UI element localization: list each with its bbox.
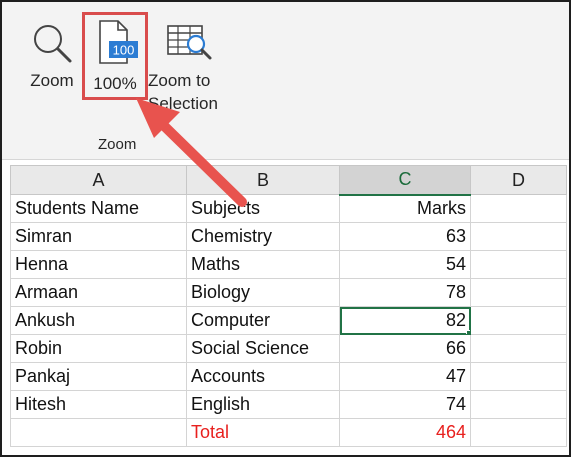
table-row: Armaan Biology 78 bbox=[10, 278, 567, 307]
spreadsheet-grid: A B C D Students Name Subjects Marks Sim… bbox=[10, 165, 567, 447]
worksheet-table: A B C D Students Name Subjects Marks Sim… bbox=[10, 165, 567, 447]
cell[interactable] bbox=[470, 334, 567, 363]
cell[interactable]: Marks bbox=[339, 194, 471, 223]
zoom-100-button[interactable]: 100 100% bbox=[82, 12, 148, 100]
cell[interactable]: Social Science bbox=[186, 334, 340, 363]
cell[interactable] bbox=[470, 250, 567, 279]
ribbon-zoom-group: Zoom 100 100% Zoom to Selection Zoom bbox=[2, 2, 569, 160]
cell[interactable] bbox=[470, 306, 567, 335]
page-100-icon: 100 bbox=[99, 20, 138, 64]
table-row: Pankaj Accounts 47 bbox=[10, 362, 567, 391]
cell[interactable]: Ankush bbox=[10, 306, 187, 335]
table-row: Robin Social Science 66 bbox=[10, 334, 567, 363]
column-header-c[interactable]: C bbox=[339, 165, 471, 196]
table-row: Simran Chemistry 63 bbox=[10, 222, 567, 251]
table-row: Students Name Subjects Marks bbox=[10, 194, 567, 223]
table-row: Ankush Computer 82 bbox=[10, 306, 567, 335]
cell[interactable]: 78 bbox=[339, 278, 471, 307]
zoom-100-label: 100% bbox=[93, 74, 137, 93]
cell[interactable]: 74 bbox=[339, 390, 471, 419]
column-header-a[interactable]: A bbox=[10, 165, 187, 195]
zoom-to-selection-label-1: Zoom to bbox=[148, 71, 211, 90]
cell[interactable]: 66 bbox=[339, 334, 471, 363]
cell[interactable]: Hitesh bbox=[10, 390, 187, 419]
cell[interactable]: Subjects bbox=[186, 194, 340, 223]
active-cell[interactable]: 82 bbox=[339, 306, 471, 335]
zoom-button[interactable]: Zoom bbox=[24, 20, 80, 92]
cell[interactable] bbox=[470, 194, 567, 223]
cell[interactable]: 47 bbox=[339, 362, 471, 391]
cell[interactable]: 54 bbox=[339, 250, 471, 279]
cell[interactable]: Armaan bbox=[10, 278, 187, 307]
magnifier-icon bbox=[34, 25, 72, 63]
cell[interactable] bbox=[10, 418, 187, 447]
cell[interactable]: Maths bbox=[186, 250, 340, 279]
zoom-to-selection-button[interactable]: Zoom to Selection bbox=[148, 20, 238, 115]
grid-magnifier-icon bbox=[167, 25, 212, 60]
cell[interactable] bbox=[470, 278, 567, 307]
cell[interactable]: Henna bbox=[10, 250, 187, 279]
table-row: Hitesh English 74 bbox=[10, 390, 567, 419]
total-row: Total 464 bbox=[10, 418, 567, 447]
cell[interactable] bbox=[470, 362, 567, 391]
cell[interactable]: Pankaj bbox=[10, 362, 187, 391]
total-label-cell[interactable]: Total bbox=[186, 418, 340, 447]
zoom-to-selection-label-2: Selection bbox=[148, 94, 218, 113]
cell[interactable]: Computer bbox=[186, 306, 340, 335]
cell[interactable]: Simran bbox=[10, 222, 187, 251]
cell[interactable]: English bbox=[186, 390, 340, 419]
screenshot-frame: Zoom 100 100% Zoom to Selection Zoom A B… bbox=[0, 0, 571, 457]
cell[interactable]: Robin bbox=[10, 334, 187, 363]
column-header-b[interactable]: B bbox=[186, 165, 340, 195]
total-value-cell[interactable]: 464 bbox=[339, 418, 471, 447]
cell[interactable] bbox=[470, 222, 567, 251]
cell[interactable] bbox=[470, 390, 567, 419]
cell[interactable]: Students Name bbox=[10, 194, 187, 223]
ribbon-group-label: Zoom bbox=[98, 136, 137, 153]
page-100-badge: 100 bbox=[113, 43, 135, 58]
cell[interactable]: Accounts bbox=[186, 362, 340, 391]
zoom-button-label: Zoom bbox=[30, 71, 74, 90]
column-header-d[interactable]: D bbox=[470, 165, 567, 195]
column-header-row: A B C D bbox=[10, 165, 567, 196]
cell[interactable]: Biology bbox=[186, 278, 340, 307]
table-row: Henna Maths 54 bbox=[10, 250, 567, 279]
cell[interactable] bbox=[470, 418, 567, 447]
ribbon-divider bbox=[2, 159, 569, 160]
cell[interactable]: Chemistry bbox=[186, 222, 340, 251]
cell[interactable]: 63 bbox=[339, 222, 471, 251]
